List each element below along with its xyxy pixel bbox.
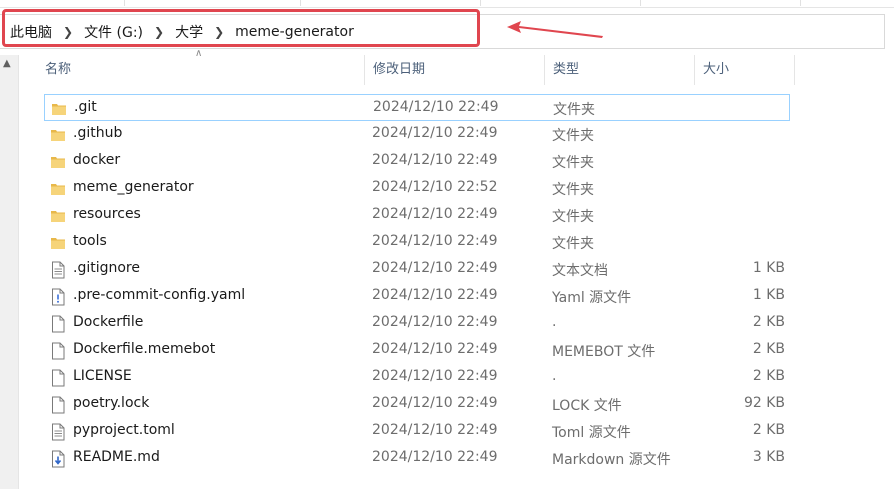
file-name: .pre-commit-config.yaml (73, 287, 246, 303)
file-name: LICENSE (73, 368, 132, 384)
navigation-pane-scrollbar[interactable]: ▲ (0, 55, 19, 489)
file-name: README.md (73, 449, 160, 465)
file-size: 1 KB (752, 260, 785, 276)
file-size: 3 KB (752, 449, 785, 465)
blank-file-icon (50, 342, 66, 360)
text-file-icon (50, 423, 66, 441)
annotation-arrow-icon (507, 21, 603, 38)
file-name: Dockerfile (73, 314, 144, 330)
file-name: pyproject.toml (73, 422, 175, 438)
file-row[interactable]: poetry.lock 2024/12/10 22:49 LOCK 文件 92 KB (44, 391, 790, 418)
file-modified-date: 2024/12/10 22:49 (372, 422, 498, 438)
file-modified-date: 2024/12/10 22:52 (372, 179, 498, 195)
file-row[interactable]: pyproject.toml 2024/12/10 22:49 Toml 源文件 2 … (44, 418, 790, 445)
file-type: . (552, 314, 557, 330)
file-modified-date: 2024/12/10 22:49 (373, 99, 499, 115)
file-row[interactable]: docker 2024/12/10 22:49 文件夹 (44, 148, 790, 175)
file-size: 2 KB (752, 341, 785, 357)
file-row[interactable]: .pre-commit-config.yaml 2024/12/10 22:49 Y… (44, 283, 790, 310)
blank-file-icon (50, 396, 66, 414)
file-modified-date: 2024/12/10 22:49 (372, 287, 498, 303)
blank-file-icon (50, 315, 66, 333)
file-type: . (552, 368, 557, 384)
file-modified-date: 2024/12/10 22:49 (372, 368, 498, 384)
file-name: meme_generator (73, 179, 194, 195)
file-type: 文件夹 (552, 182, 594, 198)
file-name: Dockerfile.memebot (73, 341, 216, 357)
folder-icon (50, 234, 66, 252)
folder-icon (51, 100, 67, 118)
column-header-size[interactable]: 大小 (695, 55, 795, 85)
scroll-up-icon[interactable]: ▲ (3, 58, 11, 69)
file-type: 文件夹 (552, 236, 594, 252)
file-modified-date: 2024/12/10 22:49 (372, 341, 498, 357)
file-name: docker (73, 152, 121, 168)
file-name: .github (73, 125, 123, 141)
folder-icon (50, 153, 66, 171)
file-row[interactable]: .git 2024/12/10 22:49 文件夹 (44, 94, 790, 121)
file-row[interactable]: .gitignore 2024/12/10 22:49 文本文档 1 KB (44, 256, 790, 283)
file-name: .gitignore (73, 260, 140, 276)
file-modified-date: 2024/12/10 22:49 (372, 260, 498, 276)
file-type: 文件夹 (552, 128, 594, 144)
file-modified-date: 2024/12/10 22:49 (372, 395, 498, 411)
file-row[interactable]: Dockerfile 2024/12/10 22:49. 2 KB (44, 310, 790, 337)
file-type: 文本文档 (552, 263, 608, 279)
file-type: Toml 源文件 (552, 425, 631, 441)
yaml-file-icon (50, 288, 66, 306)
file-size: 92 KB (743, 395, 785, 411)
file-modified-date: 2024/12/10 22:49 (372, 233, 498, 249)
file-type: 文件夹 (553, 102, 595, 118)
column-header-type[interactable]: 类型 (545, 55, 695, 85)
annotation-highlight-box (2, 9, 480, 47)
file-row[interactable]: resources 2024/12/10 22:49 文件夹 (44, 202, 790, 229)
file-type: 文件夹 (552, 209, 594, 225)
file-modified-date: 2024/12/10 22:49 (372, 206, 498, 222)
folder-icon (50, 126, 66, 144)
file-row[interactable]: Dockerfile.memebot 2024/12/10 22:49 MEMEBO… (44, 337, 790, 364)
column-header-name[interactable]: 名称 (37, 55, 365, 85)
blank-file-icon (50, 369, 66, 387)
file-size: 1 KB (752, 287, 785, 303)
file-size: 2 KB (752, 422, 785, 438)
markdown-file-icon (50, 450, 66, 468)
file-row[interactable]: meme_generator 2024/12/10 22:52 文件夹 (44, 175, 790, 202)
file-modified-date: 2024/12/10 22:49 (372, 125, 498, 141)
file-row[interactable]: README.md 2024/12/10 22:49 Markdown 源文件 3 K… (44, 445, 790, 472)
file-type: Markdown 源文件 (552, 452, 671, 468)
file-type: MEMEBOT 文件 (552, 344, 656, 360)
file-row[interactable]: tools 2024/12/10 22:49 文件夹 (44, 229, 790, 256)
folder-icon (50, 180, 66, 198)
file-row[interactable]: .github 2024/12/10 22:49 文件夹 (44, 121, 790, 148)
file-type: 文件夹 (552, 155, 594, 171)
file-name: poetry.lock (73, 395, 150, 411)
file-row[interactable]: LICENSE 2024/12/10 22:49. 2 KB (44, 364, 790, 391)
file-type: LOCK 文件 (552, 398, 622, 414)
file-size: 2 KB (752, 368, 785, 384)
folder-icon (50, 207, 66, 225)
file-type: Yaml 源文件 (552, 290, 632, 306)
file-modified-date: 2024/12/10 22:49 (372, 152, 498, 168)
file-modified-date: 2024/12/10 22:49 (372, 449, 498, 465)
file-name: resources (73, 206, 141, 222)
file-name: tools (73, 233, 107, 249)
file-size: 2 KB (752, 314, 785, 330)
column-header-date[interactable]: 修改日期 (365, 55, 545, 85)
text-file-icon (50, 261, 66, 279)
file-name: .git (74, 99, 97, 115)
file-modified-date: 2024/12/10 22:49 (372, 314, 498, 330)
